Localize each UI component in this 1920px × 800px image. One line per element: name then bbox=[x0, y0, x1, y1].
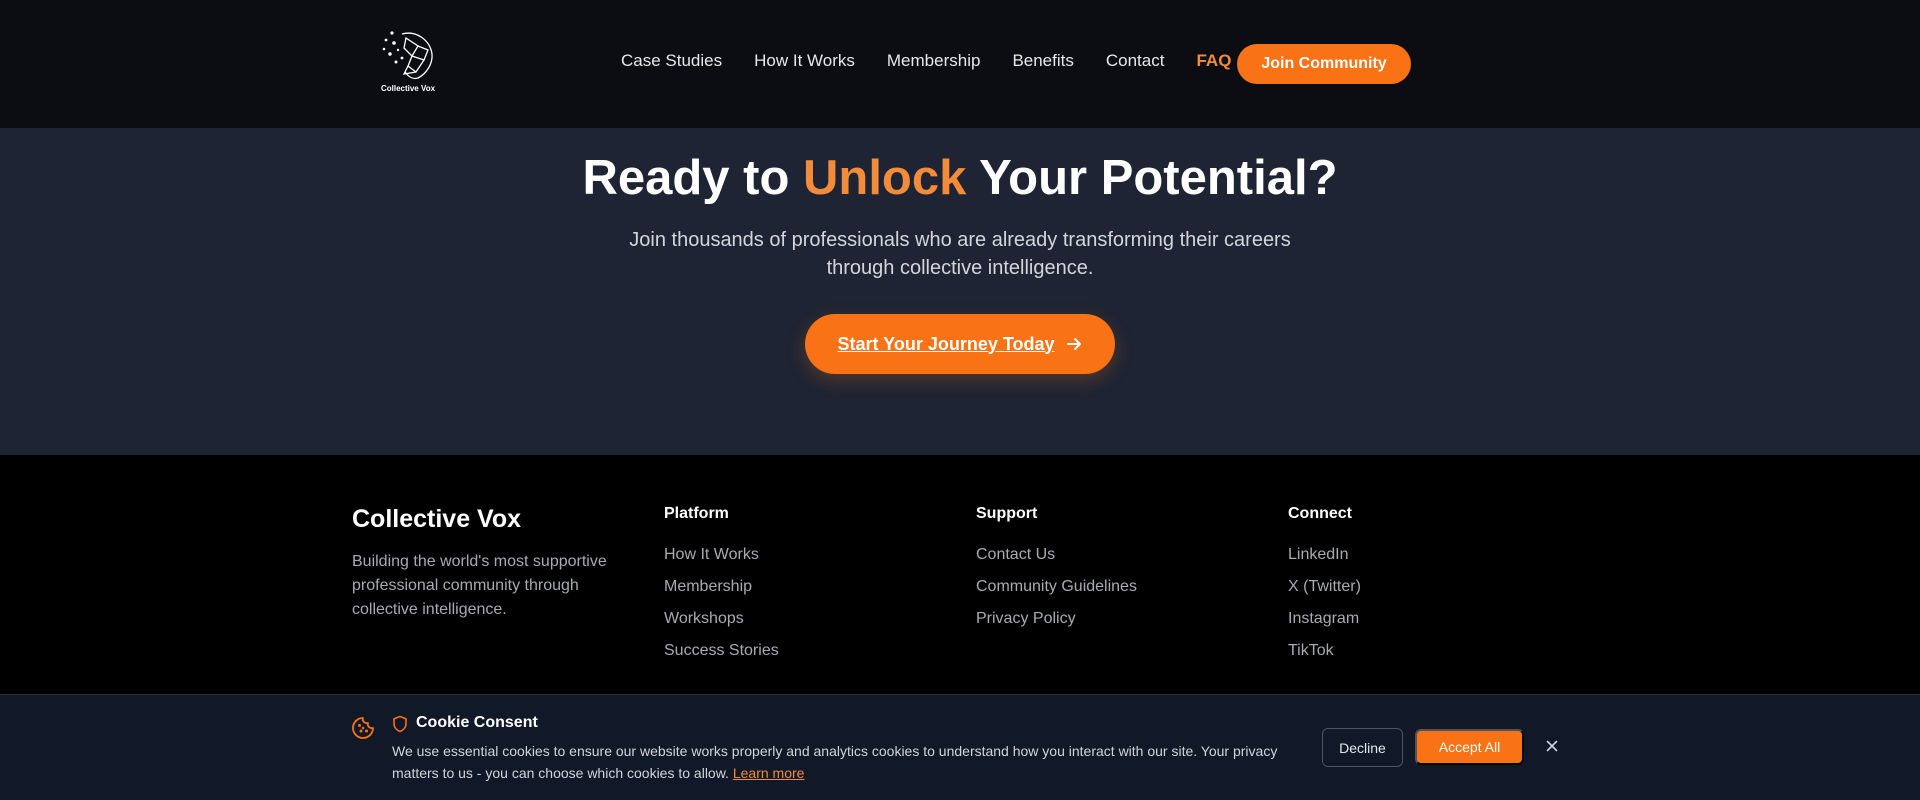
join-community-button[interactable]: Join Community bbox=[1237, 44, 1411, 84]
cookie-text: We use essential cookies to ensure our w… bbox=[392, 740, 1292, 784]
arrow-right-icon bbox=[1066, 338, 1081, 350]
footer-link-linkedin[interactable]: LinkedIn bbox=[1288, 545, 1361, 577]
hero-title: Ready to Unlock Your Potential? bbox=[0, 150, 1920, 206]
nav-membership[interactable]: Membership bbox=[887, 51, 981, 71]
footer-link-instagram[interactable]: Instagram bbox=[1288, 609, 1361, 641]
footer-column-title: Platform bbox=[664, 505, 729, 522]
cookie-icon bbox=[352, 717, 374, 739]
logo[interactable]: Collective Vox bbox=[378, 28, 438, 98]
footer-column-title: Connect bbox=[1288, 505, 1352, 522]
nav-faq[interactable]: FAQ bbox=[1196, 51, 1231, 71]
footer-link-x-twitter[interactable]: X (Twitter) bbox=[1288, 577, 1361, 609]
start-journey-button[interactable]: Start Your Journey Today bbox=[805, 314, 1115, 374]
main-nav: Case Studies How It Works Membership Ben… bbox=[621, 51, 1263, 71]
logo-icon bbox=[382, 31, 433, 80]
footer-brand: Collective Vox bbox=[352, 505, 522, 533]
hero-title-accent: Unlock bbox=[803, 151, 967, 205]
footer-link-community-guidelines[interactable]: Community Guidelines bbox=[976, 577, 1137, 609]
nav-case-studies[interactable]: Case Studies bbox=[621, 51, 722, 71]
footer-link-privacy-policy[interactable]: Privacy Policy bbox=[976, 609, 1137, 641]
footer-link-success-stories[interactable]: Success Stories bbox=[664, 641, 779, 673]
cta-section: Ready to Unlock Your Potential? Join tho… bbox=[0, 128, 1920, 455]
cookie-message: We use essential cookies to ensure our w… bbox=[392, 743, 1278, 781]
footer-link-how-it-works[interactable]: How It Works bbox=[664, 545, 779, 577]
footer-link-workshops[interactable]: Workshops bbox=[664, 609, 779, 641]
footer-column-title: Support bbox=[976, 505, 1038, 522]
cookie-banner: Cookie Consent We use essential cookies … bbox=[0, 694, 1920, 800]
logo-text: Collective Vox bbox=[380, 84, 436, 93]
decline-button[interactable]: Decline bbox=[1322, 728, 1403, 767]
footer-description: Building the world's most supportive pro… bbox=[352, 553, 607, 618]
footer-column-connect: Connect LinkedIn X (Twitter) Instagram T… bbox=[1288, 505, 1361, 673]
footer-link-contact-us[interactable]: Contact Us bbox=[976, 545, 1137, 577]
cookie-title: Cookie Consent bbox=[416, 714, 538, 731]
hero-title-pre: Ready to bbox=[582, 151, 803, 205]
hero-title-post: Your Potential? bbox=[966, 151, 1338, 205]
site-footer: Collective Vox Building the world's most… bbox=[0, 455, 1920, 695]
close-icon[interactable] bbox=[1543, 737, 1561, 755]
shield-icon bbox=[393, 715, 407, 733]
footer-link-membership[interactable]: Membership bbox=[664, 577, 779, 609]
footer-column-support: Support Contact Us Community Guidelines … bbox=[976, 505, 1137, 641]
site-header: Collective Vox Case Studies How It Works… bbox=[0, 0, 1920, 128]
hero-subtitle: Join thousands of professionals who are … bbox=[629, 229, 1291, 279]
start-journey-label: Start Your Journey Today bbox=[837, 333, 1055, 354]
footer-link-tiktok[interactable]: TikTok bbox=[1288, 641, 1361, 673]
accept-all-button[interactable]: Accept All bbox=[1415, 729, 1524, 765]
nav-benefits[interactable]: Benefits bbox=[1012, 51, 1073, 71]
nav-contact[interactable]: Contact bbox=[1106, 51, 1165, 71]
nav-how-it-works[interactable]: How It Works bbox=[754, 51, 855, 71]
footer-column-platform: Platform How It Works Membership Worksho… bbox=[664, 505, 779, 673]
learn-more-link[interactable]: Learn more bbox=[733, 765, 805, 781]
